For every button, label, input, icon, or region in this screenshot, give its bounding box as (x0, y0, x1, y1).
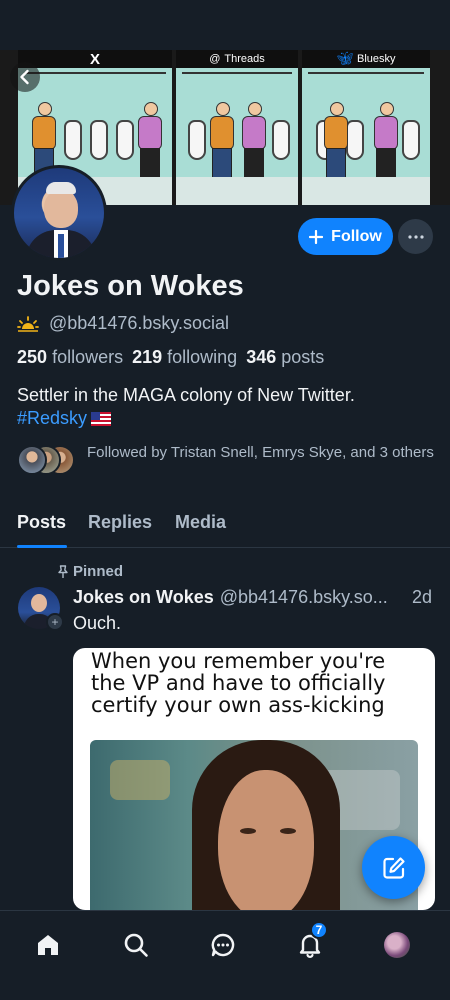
followed-by-avatars (17, 445, 75, 479)
followed-by-row[interactable]: Followed by Tristan Snell, Emrys Skye, a… (17, 443, 437, 479)
compose-post-button[interactable] (362, 836, 425, 899)
back-button[interactable] (10, 62, 40, 92)
post-author-handle[interactable]: @bb41476.bsky.so... (220, 587, 388, 608)
profile-handle-row: @bb41476.bsky.social (17, 313, 229, 334)
following-stat[interactable]: 219 following (132, 347, 237, 368)
bio-hashtag-link[interactable]: #Redsky (17, 408, 87, 428)
ellipsis-icon (407, 234, 424, 239)
more-options-button[interactable] (398, 219, 433, 254)
search-icon (124, 933, 148, 957)
threads-logo-icon: @ (209, 53, 221, 65)
follow-button[interactable]: Follow (298, 218, 393, 255)
bottom-navigation: 7 (0, 910, 450, 1000)
bio-text: Settler in the MAGA colony of New Twitte… (17, 385, 355, 405)
post-header: Jokes on Wokes @bb41476.bsky.so... (73, 587, 438, 608)
pin-icon (58, 564, 68, 578)
nav-home[interactable] (28, 925, 68, 965)
post-text: Ouch. (73, 613, 122, 633)
post-image-caption: When you remember you're the VP and have… (91, 649, 386, 717)
banner-panel-bluesky: 🦋︎ Bluesky (302, 50, 430, 205)
nav-search[interactable] (116, 925, 156, 965)
follow-button-label: Follow (331, 227, 382, 245)
pinned-indicator: Pinned (57, 563, 123, 580)
followed-by-text: Followed by Tristan Snell, Emrys Skye, a… (87, 444, 434, 461)
butterfly-icon: 🦋︎ (336, 51, 353, 66)
tab-replies[interactable]: Replies (88, 512, 152, 533)
profile-avatar[interactable] (11, 165, 107, 261)
active-tab-indicator (17, 545, 67, 548)
chat-bubble-icon (211, 933, 235, 957)
posts-stat: 346 posts (246, 347, 325, 367)
status-bar (0, 0, 450, 50)
post-timestamp[interactable]: 2d (412, 587, 432, 608)
nav-profile[interactable] (377, 925, 417, 965)
avatar (17, 445, 47, 475)
notifications-badge: 7 (310, 921, 328, 939)
profile-tabs: Posts Replies Media (0, 508, 450, 548)
x-logo: X (89, 50, 100, 68)
nav-notifications[interactable]: 7 (290, 921, 330, 965)
avatar (384, 932, 410, 958)
followers-stat[interactable]: 250 followers (17, 347, 123, 368)
tab-media[interactable]: Media (175, 512, 226, 533)
profile-bio: Settler in the MAGA colony of New Twitte… (17, 384, 437, 430)
post-author-name[interactable]: Jokes on Wokes (73, 587, 214, 608)
chevron-left-icon (20, 69, 29, 85)
nav-chat[interactable] (203, 925, 243, 965)
tab-posts[interactable]: Posts (17, 512, 66, 533)
profile-display-name: Jokes on Wokes (17, 270, 244, 302)
follow-author-plus-icon[interactable]: + (46, 613, 64, 631)
sunrise-icon (17, 315, 39, 332)
profile-handle: @bb41476.bsky.social (49, 313, 230, 333)
home-icon (38, 935, 58, 955)
pinned-label: Pinned (73, 563, 124, 580)
banner-panel-threads: @ Threads (176, 50, 298, 205)
compose-icon (382, 856, 405, 879)
plus-icon (309, 229, 324, 244)
us-flag-icon (91, 412, 112, 426)
profile-stats: 250 followers 219 following 346 posts (17, 347, 324, 368)
